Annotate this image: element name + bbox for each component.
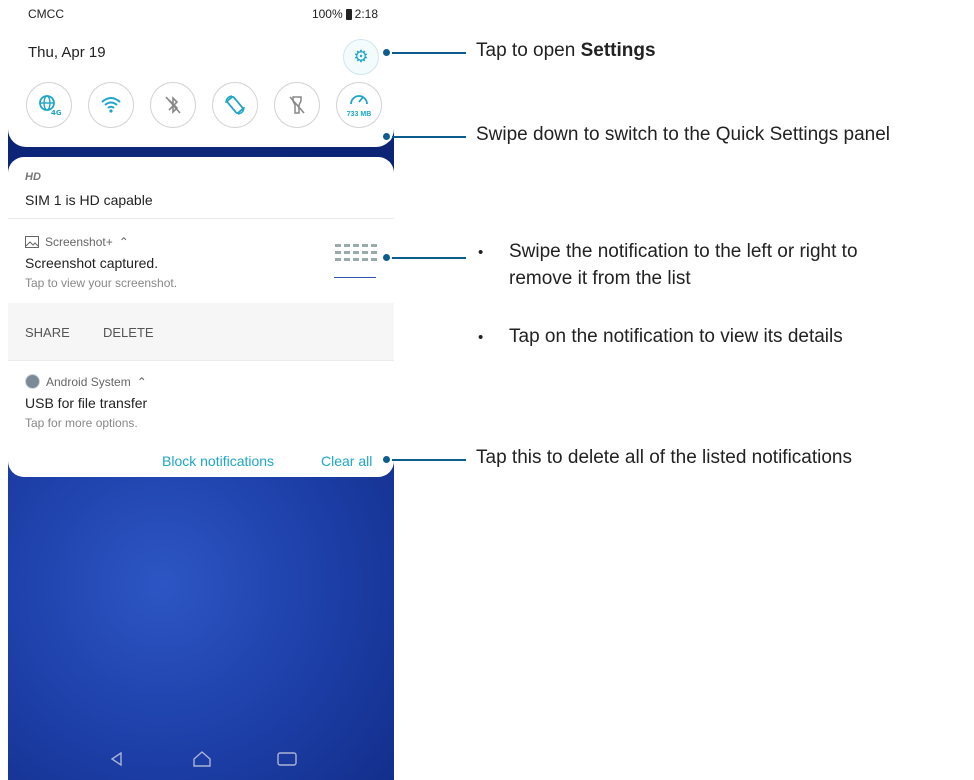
tile-data-usage[interactable]: 733 MB [336,82,382,128]
carrier-name: CMCC [28,7,64,21]
hd-title: SIM 1 is HD capable [25,192,153,208]
screenshot-actions: SHARE DELETE [8,303,394,360]
notification-hd[interactable]: HD SIM 1 is HD capable [8,157,394,218]
screenshot-subtitle: Tap to view your screenshot. [25,276,178,290]
callout-line-settings [386,52,466,54]
bluetooth-off-icon [165,96,181,114]
status-right: 100% 2:18 [312,7,378,21]
annotation-clear-all: Tap this to delete all of the listed not… [476,447,853,468]
image-icon [25,236,39,248]
tile-bluetooth[interactable] [150,82,196,128]
flashlight-off-icon [289,96,305,114]
back-button[interactable] [104,746,130,772]
gear-icon: ⚙ [353,47,369,66]
screenshot-thumbnail[interactable] [331,241,379,291]
callout-dot-settings [381,47,392,58]
globe-4g-icon: 4G [39,95,61,117]
delete-button[interactable]: DELETE [103,325,154,340]
battery-icon [345,8,352,20]
tile-auto-rotate[interactable] [212,82,258,128]
callout-line-quick-settings [386,136,466,138]
annotation-settings: Tap to open Settings [476,40,656,61]
bullet: • [478,244,484,261]
recents-button[interactable] [274,746,300,772]
status-bar: CMCC 100% 2:18 [28,7,378,25]
home-icon [193,751,211,767]
bullet: • [478,329,484,346]
speedometer-icon [350,95,368,105]
hd-app-label: HD [25,171,41,183]
tile-4g-label: 4G [51,109,61,117]
callout-dot-notification [381,252,392,263]
callout-line-notification [386,257,466,259]
date-label: Thu, Apr 19 [28,44,106,61]
back-icon [110,751,122,767]
screenshot-app-name: Screenshot+ [45,235,113,249]
data-usage-label: 733 MB [346,111,372,118]
phone-screen: CMCC 100% 2:18 Thu, Apr 19 ⚙ 4G 733 MB H… [8,0,394,780]
android-title: USB for file transfer [25,395,148,411]
annotation-tap-details: Tap on the notification to view its deta… [509,326,843,347]
chevron-up-icon[interactable]: ⌃ [137,375,147,389]
callout-dot-clear-all [381,454,392,465]
tile-mobile-data[interactable]: 4G [26,82,72,128]
quick-settings-panel[interactable]: CMCC 100% 2:18 Thu, Apr 19 ⚙ 4G 733 MB [8,0,394,147]
thumbnail-content [331,241,379,264]
android-header: Android System ⌃ [25,374,147,389]
notification-card: HD SIM 1 is HD capable Screenshot+ ⌃ Scr… [8,157,394,477]
auto-rotate-icon [225,95,245,115]
clear-all-link[interactable]: Clear all [321,453,372,469]
wifi-icon [101,97,121,113]
tile-wifi[interactable] [88,82,134,128]
android-system-icon [25,374,40,389]
battery-percent: 100% [311,7,343,21]
block-notifications-link[interactable]: Block notifications [162,453,274,469]
callout-dot-quick-settings [381,131,392,142]
screenshot-title: Screenshot captured. [25,255,159,271]
quick-tiles: 4G 733 MB [26,82,382,128]
chevron-up-icon[interactable]: ⌃ [119,235,129,249]
home-button[interactable] [189,746,215,772]
annotation-quick-settings: Swipe down to switch to the Quick Settin… [476,124,891,145]
share-button[interactable]: SHARE [25,325,70,340]
annotation-swipe-remove-line2: remove it from the list [509,268,691,289]
clock: 2:18 [354,7,378,21]
callout-line-clear-all [386,459,466,461]
android-app-name: Android System [46,374,131,389]
settings-button[interactable]: ⚙ [343,39,379,75]
tile-flashlight[interactable] [274,82,320,128]
annotation-swipe-remove-line1: Swipe the notification to the left or ri… [509,241,858,262]
android-subtitle: Tap for more options. [25,416,138,430]
screenshot-header: Screenshot+ ⌃ [25,235,129,249]
recents-icon [277,752,297,766]
navigation-bar [8,738,394,780]
thumbnail-line [334,277,376,278]
notification-android-system[interactable]: Android System ⌃ USB for file transfer T… [8,361,394,441]
